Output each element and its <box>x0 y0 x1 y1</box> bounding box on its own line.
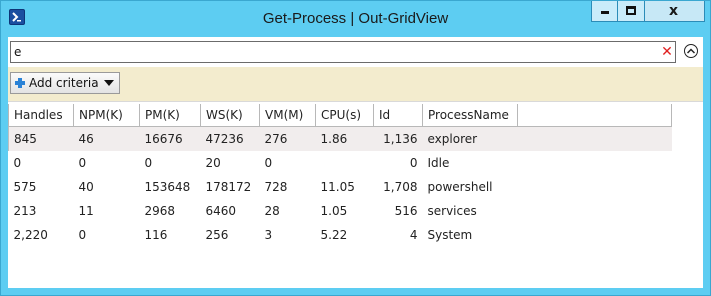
cell-pm: 153648 <box>144 180 191 194</box>
window-content: ✕ Add criteria <box>8 37 703 288</box>
plus-icon <box>15 78 25 88</box>
cell-filler <box>518 199 672 223</box>
collapse-criteria-button[interactable] <box>684 44 698 58</box>
minimize-button[interactable] <box>591 1 618 22</box>
cell-processname: System <box>427 228 473 242</box>
cell-npm: 0 <box>78 228 87 242</box>
filter-input[interactable] <box>10 41 676 63</box>
cell-processname: services <box>427 204 477 218</box>
cell-handles: 0 <box>13 156 22 170</box>
column-header-filler <box>517 104 672 127</box>
cell-vm: 0 <box>264 156 273 170</box>
column-header-npm[interactable]: NPM(K) <box>73 104 140 127</box>
cell-ws: 178172 <box>205 180 252 194</box>
cell-processname: Idle <box>427 156 450 170</box>
cell-filler <box>518 151 672 175</box>
cell-pm: 16676 <box>139 126 201 151</box>
cell-id: 4 <box>409 228 418 242</box>
cell-handles: 575 <box>13 180 37 194</box>
cell-cpu <box>316 151 374 175</box>
cell-npm: 0 <box>78 156 87 170</box>
cell-cpu: 1.05 <box>320 204 348 218</box>
cell-npm: 40 <box>78 180 94 194</box>
grid-view-window: Get-Process | Out-GridView x ✕ <box>0 0 711 296</box>
cell-handles: 213 <box>13 204 37 218</box>
cell-filler <box>518 223 672 247</box>
table-row[interactable]: 575 40 153648 178172 728 11.05 1,708 pow… <box>9 175 672 199</box>
cell-pm: 116 <box>144 228 168 242</box>
cell-id: 1,708 <box>383 180 418 194</box>
close-button[interactable]: x <box>645 1 705 22</box>
table-header-row: Handles NPM(K) PM(K) WS(K) VM(M) CPU(s) … <box>8 104 672 127</box>
caret-down-icon <box>103 80 114 86</box>
close-icon: x <box>669 3 679 19</box>
cell-ws: 20 <box>205 156 221 170</box>
cell-id: 1,136 <box>373 126 423 151</box>
cell-cpu: 11.05 <box>320 180 355 194</box>
maximize-icon <box>626 6 636 15</box>
process-table: Handles NPM(K) PM(K) WS(K) VM(M) CPU(s) … <box>8 104 672 247</box>
cell-ws: 256 <box>205 228 229 242</box>
maximize-button[interactable] <box>618 1 645 22</box>
add-criteria-button[interactable]: Add criteria <box>10 72 120 94</box>
cell-npm: 11 <box>78 204 94 218</box>
table-row[interactable]: 845 46 16676 47236 276 1.86 1,136 explor… <box>8 126 672 151</box>
column-header-vm[interactable]: VM(M) <box>259 104 316 127</box>
cell-filler <box>517 126 672 151</box>
chevron-up-icon <box>687 48 695 54</box>
column-header-processname[interactable]: ProcessName <box>422 104 518 127</box>
cell-pm: 2968 <box>144 204 176 218</box>
cell-handles: 845 <box>8 126 74 151</box>
cell-processname: powershell <box>427 180 493 194</box>
cell-filler <box>518 175 672 199</box>
column-header-pm[interactable]: PM(K) <box>139 104 201 127</box>
cell-id: 0 <box>409 156 418 170</box>
add-criteria-label: Add criteria <box>29 76 99 90</box>
column-header-id[interactable]: Id <box>373 104 423 127</box>
cell-processname: explorer <box>422 126 518 151</box>
cell-npm: 46 <box>73 126 140 151</box>
column-header-ws[interactable]: WS(K) <box>200 104 260 127</box>
cell-id: 516 <box>394 204 418 218</box>
column-header-cpu[interactable]: CPU(s) <box>315 104 374 127</box>
minimize-icon <box>601 11 609 14</box>
clear-filter-icon[interactable]: ✕ <box>660 45 674 59</box>
column-header-handles[interactable]: Handles <box>8 104 74 127</box>
cell-ws: 47236 <box>200 126 260 151</box>
table-row[interactable]: 2,220 0 116 256 3 5.22 4 System <box>9 223 672 247</box>
cell-ws: 6460 <box>205 204 237 218</box>
results-grid: Handles NPM(K) PM(K) WS(K) VM(M) CPU(s) … <box>8 101 703 288</box>
cell-cpu: 1.86 <box>315 126 374 151</box>
cell-vm: 728 <box>264 180 288 194</box>
criteria-panel: Add criteria <box>8 67 703 101</box>
table-row[interactable]: 213 11 2968 6460 28 1.05 516 services <box>9 199 672 223</box>
cell-vm: 276 <box>259 126 316 151</box>
cell-cpu: 5.22 <box>320 228 348 242</box>
cell-pm: 0 <box>144 156 153 170</box>
table-row[interactable]: 0 0 0 20 0 0 Idle <box>9 151 672 175</box>
cell-vm: 28 <box>264 204 280 218</box>
title-bar[interactable]: Get-Process | Out-GridView x <box>1 1 710 37</box>
cell-handles: 2,220 <box>13 228 48 242</box>
filter-row: ✕ <box>8 37 703 65</box>
cell-vm: 3 <box>264 228 273 242</box>
